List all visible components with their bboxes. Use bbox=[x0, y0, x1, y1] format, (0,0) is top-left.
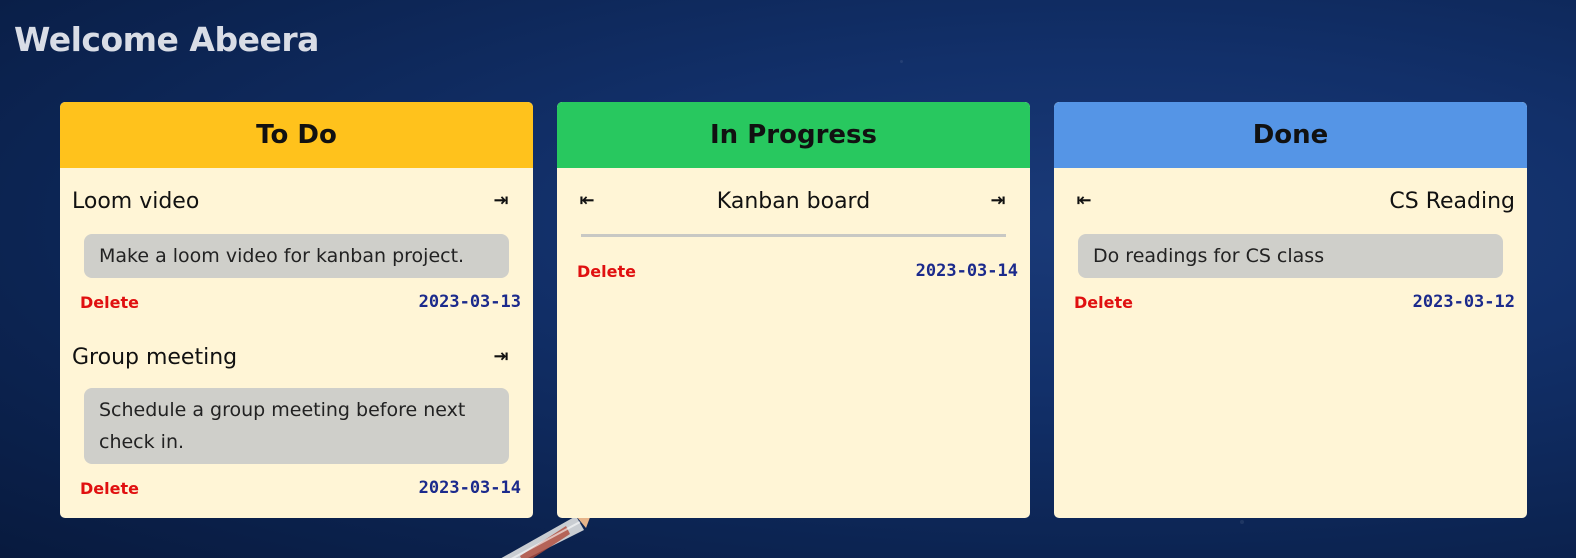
background-speck bbox=[900, 60, 903, 63]
column-done: Done ⇤ CS Reading Do readings for CS cla… bbox=[1054, 102, 1527, 518]
move-left-icon[interactable]: ⇤ bbox=[1070, 190, 1098, 211]
task-title: Kanban board bbox=[716, 188, 871, 214]
delete-button[interactable]: Delete bbox=[80, 479, 139, 498]
task-description: Schedule a group meeting before next che… bbox=[84, 388, 509, 464]
task-title: Loom video bbox=[72, 188, 200, 214]
column-header: Done bbox=[1054, 102, 1527, 168]
delete-button[interactable]: Delete bbox=[1074, 293, 1133, 312]
column-header: In Progress bbox=[557, 102, 1030, 168]
task-card: ⇤ CS Reading Do readings for CS class De… bbox=[1066, 168, 1515, 326]
task-date: 2023-03-14 bbox=[915, 261, 1018, 281]
move-right-icon[interactable]: ⇥ bbox=[487, 346, 515, 367]
task-date: 2023-03-13 bbox=[418, 292, 521, 312]
move-right-icon[interactable]: ⇥ bbox=[487, 190, 515, 211]
move-right-icon[interactable]: ⇥ bbox=[984, 190, 1012, 211]
welcome-heading: Welcome Abeera bbox=[14, 20, 319, 59]
task-card: Group meeting ⇥ Schedule a group meeting… bbox=[72, 326, 521, 512]
background-speck bbox=[1240, 520, 1244, 524]
task-description: Do readings for CS class bbox=[1078, 234, 1503, 278]
column-header: To Do bbox=[60, 102, 533, 168]
kanban-board: To Do Loom video ⇥ Make a loom video for… bbox=[60, 102, 1527, 518]
column-in-progress: In Progress ⇤ Kanban board ⇥ Delete 2023… bbox=[557, 102, 1030, 518]
task-card: Loom video ⇥ Make a loom video for kanba… bbox=[72, 168, 521, 326]
task-card: ⇤ Kanban board ⇥ Delete 2023-03-14 bbox=[569, 168, 1018, 305]
task-title: Group meeting bbox=[72, 344, 238, 370]
task-date: 2023-03-14 bbox=[418, 478, 521, 498]
task-date: 2023-03-12 bbox=[1412, 292, 1515, 312]
task-description: Make a loom video for kanban project. bbox=[84, 234, 509, 278]
delete-button[interactable]: Delete bbox=[80, 293, 139, 312]
move-left-icon[interactable]: ⇤ bbox=[573, 190, 601, 211]
delete-button[interactable]: Delete bbox=[577, 262, 636, 281]
column-todo: To Do Loom video ⇥ Make a loom video for… bbox=[60, 102, 533, 518]
task-title: CS Reading bbox=[1389, 188, 1515, 214]
